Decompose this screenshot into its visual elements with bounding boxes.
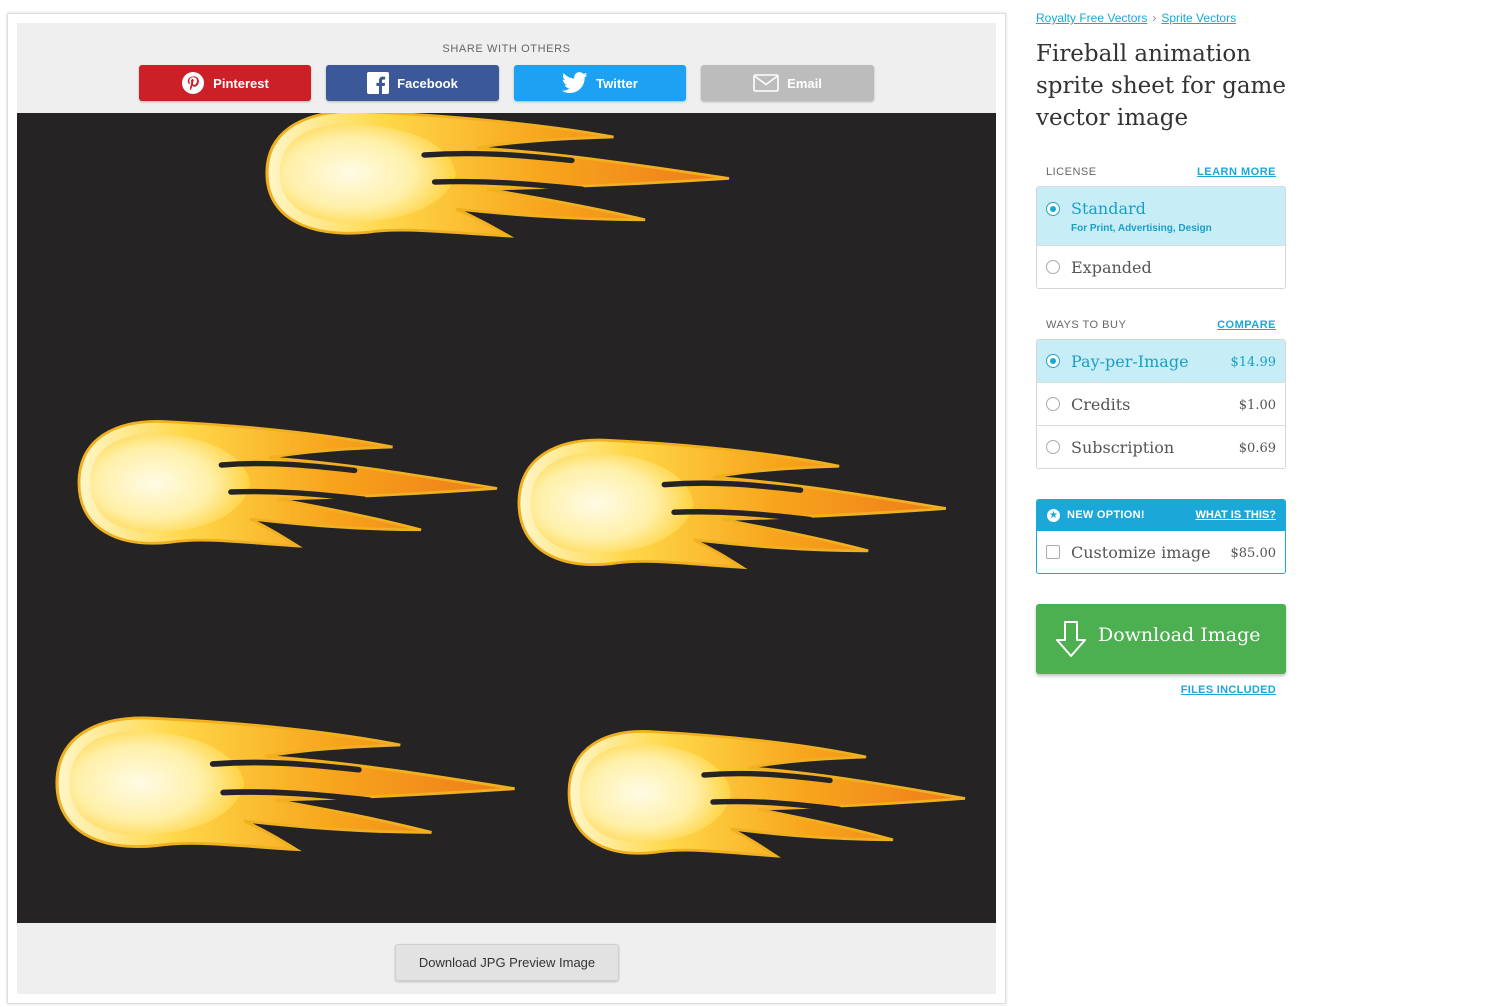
buy-option-credits[interactable]: Credits $1.00 <box>1037 382 1285 425</box>
pay-per-image-radio[interactable] <box>1046 354 1060 368</box>
buy-options: Pay-per-Image $14.99 Credits $1.00 Subsc… <box>1036 339 1286 469</box>
preview-card: SHARE WITH OTHERS Pinterest Facebook Twi… <box>7 13 1006 1004</box>
standard-radio[interactable] <box>1046 202 1060 216</box>
buy-option-pay-per-image[interactable]: Pay-per-Image $14.99 <box>1037 340 1285 382</box>
customize-image-checkbox[interactable] <box>1046 545 1060 559</box>
license-option-standard[interactable]: Standard For Print, Advertising, Design <box>1037 187 1285 245</box>
breadcrumb: Royalty Free Vectors › Sprite Vectors <box>1036 11 1236 25</box>
email-label: Email <box>787 75 822 91</box>
new-option-header: ★ NEW OPTION! WHAT IS THIS? <box>1037 500 1285 531</box>
star-icon: ★ <box>1047 509 1060 522</box>
envelope-icon <box>753 74 779 92</box>
pay-per-image-price: $14.99 <box>1230 355 1277 370</box>
email-share-button[interactable]: Email <box>701 65 874 101</box>
license-option-expanded[interactable]: Expanded <box>1037 245 1285 288</box>
fireball-sprite-3 <box>519 440 946 567</box>
credits-label: Credits <box>1071 395 1131 414</box>
download-image-label: Download Image <box>1098 624 1261 646</box>
license-heading: LICENSE <box>1046 166 1097 178</box>
download-jpg-preview-button[interactable]: Download JPG Preview Image <box>395 944 619 981</box>
license-options: Standard For Print, Advertising, Design … <box>1036 186 1286 289</box>
breadcrumb-sprite-vectors[interactable]: Sprite Vectors <box>1161 11 1236 25</box>
compare-link[interactable]: COMPARE <box>1217 319 1276 331</box>
facebook-label: Facebook <box>397 75 458 91</box>
product-preview-image <box>17 113 996 923</box>
facebook-icon <box>367 72 390 94</box>
standard-label: Standard <box>1071 199 1146 218</box>
files-included-link[interactable]: FILES INCLUDED <box>1036 684 1276 696</box>
ways-to-buy-heading: WAYS TO BUY <box>1046 319 1127 331</box>
download-image-button[interactable]: Download Image <box>1036 604 1286 674</box>
customize-image-price: $85.00 <box>1230 546 1277 561</box>
expanded-radio[interactable] <box>1046 260 1060 274</box>
page-title: Fireball animation sprite sheet for game… <box>1036 41 1286 131</box>
subscription-price: $0.69 <box>1238 441 1276 456</box>
ways-to-buy-header: WAYS TO BUY COMPARE <box>1046 319 1276 331</box>
new-option-box: ★ NEW OPTION! WHAT IS THIS? Customize im… <box>1036 499 1286 574</box>
credits-price: $1.00 <box>1238 398 1276 413</box>
fireball-sprites-illustration <box>17 113 996 923</box>
learn-more-link[interactable]: LEARN MORE <box>1197 166 1276 178</box>
subscription-label: Subscription <box>1071 438 1175 457</box>
fireball-sprite-4 <box>57 718 515 850</box>
license-header: LICENSE LEARN MORE <box>1046 166 1276 178</box>
expanded-label: Expanded <box>1071 258 1152 277</box>
facebook-share-button[interactable]: Facebook <box>326 65 499 101</box>
pinterest-icon <box>181 71 205 95</box>
breadcrumb-royalty-free-vectors[interactable]: Royalty Free Vectors <box>1036 11 1147 25</box>
share-bar: SHARE WITH OTHERS Pinterest Facebook Twi… <box>17 23 996 113</box>
twitter-share-button[interactable]: Twitter <box>514 65 686 101</box>
customize-image-option[interactable]: Customize image $85.00 <box>1037 531 1285 573</box>
credits-radio[interactable] <box>1046 397 1060 411</box>
fireball-sprite-2 <box>79 421 497 546</box>
pinterest-label: Pinterest <box>213 75 269 91</box>
twitter-icon <box>562 72 588 94</box>
what-is-this-link[interactable]: WHAT IS THIS? <box>1196 509 1276 521</box>
fireball-sprite-1 <box>267 113 729 236</box>
pay-per-image-label: Pay-per-Image <box>1071 352 1189 371</box>
pinterest-share-button[interactable]: Pinterest <box>139 65 311 101</box>
customize-image-label: Customize image <box>1071 543 1211 562</box>
share-title: SHARE WITH OTHERS <box>442 43 571 55</box>
subscription-radio[interactable] <box>1046 440 1060 454</box>
download-arrow-icon <box>1056 621 1086 657</box>
standard-sublabel: For Print, Advertising, Design <box>1071 223 1212 234</box>
new-option-heading: NEW OPTION! <box>1067 509 1145 521</box>
fireball-sprite-5 <box>569 731 965 856</box>
buy-option-subscription[interactable]: Subscription $0.69 <box>1037 425 1285 468</box>
twitter-label: Twitter <box>596 75 638 91</box>
preview-footer: Download JPG Preview Image <box>17 923 996 994</box>
breadcrumb-separator: › <box>1152 11 1157 25</box>
